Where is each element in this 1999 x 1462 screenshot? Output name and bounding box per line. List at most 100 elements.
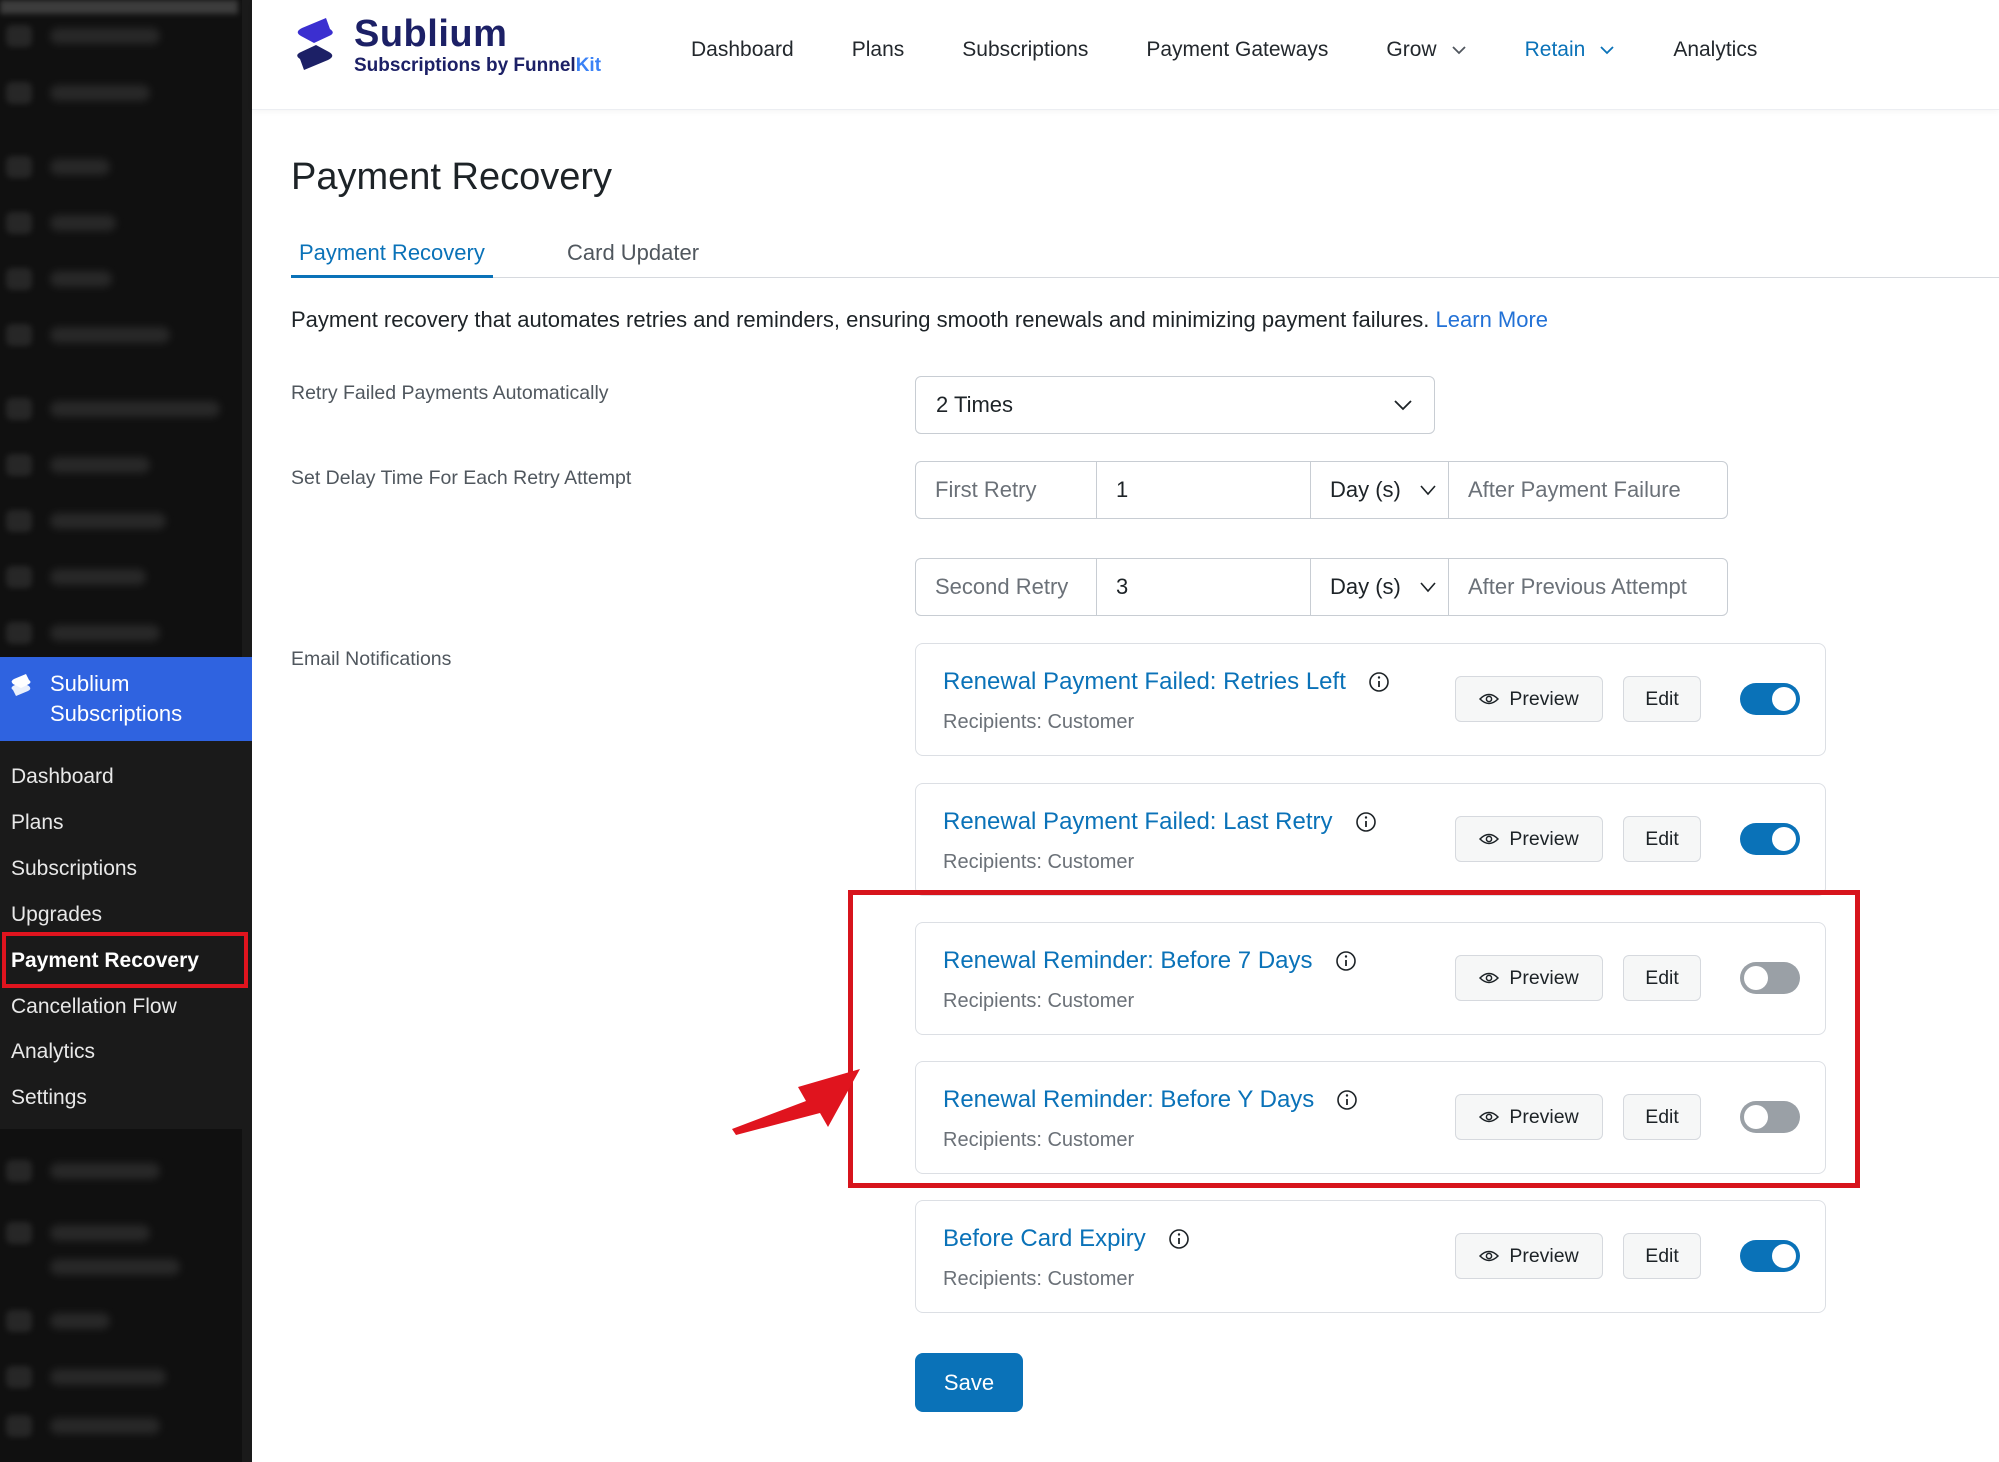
nav-label: Grow (1386, 38, 1437, 61)
first-retry-label: First Retry (916, 462, 1097, 518)
notification-title[interactable]: Before Card Expiry (943, 1225, 1190, 1253)
chevron-down-icon (1394, 400, 1412, 411)
second-retry-suffix: After Previous Attempt (1468, 574, 1687, 599)
delay-label: Set Delay Time For Each Retry Attempt (291, 467, 632, 489)
preview-button[interactable]: Preview (1455, 676, 1603, 722)
preview-button[interactable]: Preview (1455, 1233, 1603, 1279)
blurred-menu-item (6, 1366, 166, 1388)
nav-retain[interactable]: Retain (1525, 38, 1616, 62)
submenu-item-subscriptions[interactable]: Subscriptions (11, 849, 137, 889)
blurred-menu-item (6, 398, 220, 420)
nav-subscriptions[interactable]: Subscriptions (962, 38, 1088, 62)
second-retry-label: Second Retry (916, 559, 1097, 615)
brand-subtitle-prefix: Subscriptions by Funnel (354, 55, 576, 76)
blurred-menu-item (6, 1310, 110, 1332)
notification-title-text: Renewal Payment Failed: Retries Left (943, 668, 1346, 695)
edit-button[interactable]: Edit (1623, 676, 1701, 722)
preview-label: Preview (1509, 687, 1579, 710)
notification-toggle[interactable] (1740, 1240, 1800, 1272)
blurred-menu-item (6, 1160, 160, 1182)
notification-title-text: Before Card Expiry (943, 1225, 1146, 1252)
notification-toggle[interactable] (1740, 823, 1800, 855)
nav-label: Retain (1524, 38, 1586, 61)
edit-button[interactable]: Edit (1623, 1233, 1701, 1279)
retry-count-select[interactable]: 2 Times (915, 376, 1435, 434)
chevron-down-icon (1420, 582, 1436, 593)
notification-title-text: Renewal Payment Failed: Last Retry (943, 808, 1333, 835)
brand-subtitle: Subscriptions by FunnelKit (354, 55, 601, 77)
blurred-menu-item (6, 510, 166, 532)
blurred-menu-item (6, 212, 116, 234)
nav-label: Plans (851, 38, 905, 61)
preview-button[interactable]: Preview (1455, 816, 1603, 862)
unit-value: Day (s) (1330, 574, 1401, 599)
plugin-name-line2: Subscriptions (50, 701, 183, 726)
nav-dashboard[interactable]: Dashboard (691, 38, 794, 62)
toggle-knob (1772, 1244, 1796, 1268)
notification-recipients: Recipients: Customer (943, 711, 1135, 733)
sidebar-plugin-menu[interactable]: Sublium Subscriptions (0, 657, 252, 741)
first-retry-unit-select[interactable]: Day (s) (1311, 462, 1449, 518)
blurred-menu-item (6, 25, 160, 47)
plugin-menu-label: Sublium Subscriptions (50, 669, 182, 729)
nav-grow[interactable]: Grow (1386, 38, 1466, 62)
second-retry-input[interactable]: 3 (1097, 559, 1311, 615)
toggle-knob (1772, 827, 1796, 851)
submenu-item-analytics[interactable]: Analytics (11, 1032, 95, 1072)
description-text: Payment recovery that automates retries … (291, 307, 1436, 332)
notification-recipients: Recipients: Customer (943, 1268, 1135, 1290)
retry-label: Retry Failed Payments Automatically (291, 382, 609, 404)
chevron-down-icon (1451, 46, 1466, 55)
brand-name: Sublium (354, 13, 508, 55)
brand-logo[interactable]: Sublium Subscriptions by FunnelKit (290, 14, 601, 77)
chevron-down-icon (1600, 46, 1614, 55)
nav-analytics[interactable]: Analytics (1673, 38, 1757, 62)
nav-label: Payment Gateways (1146, 38, 1329, 61)
submenu-item-cancellation-flow[interactable]: Cancellation Flow (11, 987, 177, 1027)
blurred-menu-item (6, 82, 150, 104)
notification-title[interactable]: Renewal Payment Failed: Last Retry (943, 808, 1377, 836)
sublium-logo-icon (297, 18, 333, 70)
blurred-menu-item (6, 1222, 150, 1244)
nav-label: Subscriptions (962, 38, 1089, 61)
submenu-item-settings[interactable]: Settings (11, 1078, 87, 1118)
info-icon[interactable] (1368, 671, 1390, 693)
info-icon[interactable] (1355, 811, 1377, 833)
blurred-menu-item (6, 1256, 180, 1278)
info-icon[interactable] (1168, 1228, 1190, 1250)
blurred-menu-item (6, 324, 170, 346)
learn-more-link[interactable]: Learn More (1436, 307, 1549, 332)
submenu-item-dashboard[interactable]: Dashboard (11, 757, 114, 797)
eye-icon (1479, 693, 1500, 705)
first-retry-input[interactable]: 1 (1097, 462, 1311, 518)
second-retry-unit-select[interactable]: Day (s) (1311, 559, 1449, 615)
top-nav: Dashboard Plans Subscriptions Payment Ga… (691, 0, 1815, 100)
preview-label: Preview (1509, 1244, 1579, 1267)
highlight-box (848, 890, 1860, 1188)
tab-bar: Payment Recovery Card Updater (291, 236, 1999, 278)
blurred-menu-item (6, 566, 146, 588)
tab-card-updater[interactable]: Card Updater (567, 240, 699, 278)
sidebar-highlight-box (2, 932, 248, 988)
notification-card: Renewal Payment Failed: Last Retry Recip… (915, 783, 1826, 896)
edit-button[interactable]: Edit (1623, 816, 1701, 862)
nav-plans[interactable]: Plans (852, 38, 905, 62)
plugin-name-line1: Sublium (50, 671, 130, 696)
notification-title[interactable]: Renewal Payment Failed: Retries Left (943, 668, 1390, 696)
blurred-menu-item (6, 268, 112, 290)
eye-icon (1479, 1250, 1500, 1262)
submenu-item-upgrades[interactable]: Upgrades (11, 895, 102, 935)
save-button[interactable]: Save (915, 1353, 1023, 1412)
submenu-item-plans[interactable]: Plans (11, 803, 64, 843)
sublium-logo-icon (11, 674, 31, 696)
first-retry-suffix: After Payment Failure (1468, 477, 1681, 502)
blurred-menu-item (6, 454, 150, 476)
second-retry-row: Second Retry 3 Day (s) After Previous At… (915, 558, 1728, 616)
email-notifications-label: Email Notifications (291, 648, 452, 670)
blurred-menu-item (6, 1415, 160, 1437)
blurred-menu-item (6, 622, 160, 644)
nav-payment-gateways[interactable]: Payment Gateways (1146, 38, 1328, 62)
notification-toggle[interactable] (1740, 683, 1800, 715)
toggle-knob (1772, 687, 1796, 711)
tab-payment-recovery[interactable]: Payment Recovery (291, 240, 493, 278)
